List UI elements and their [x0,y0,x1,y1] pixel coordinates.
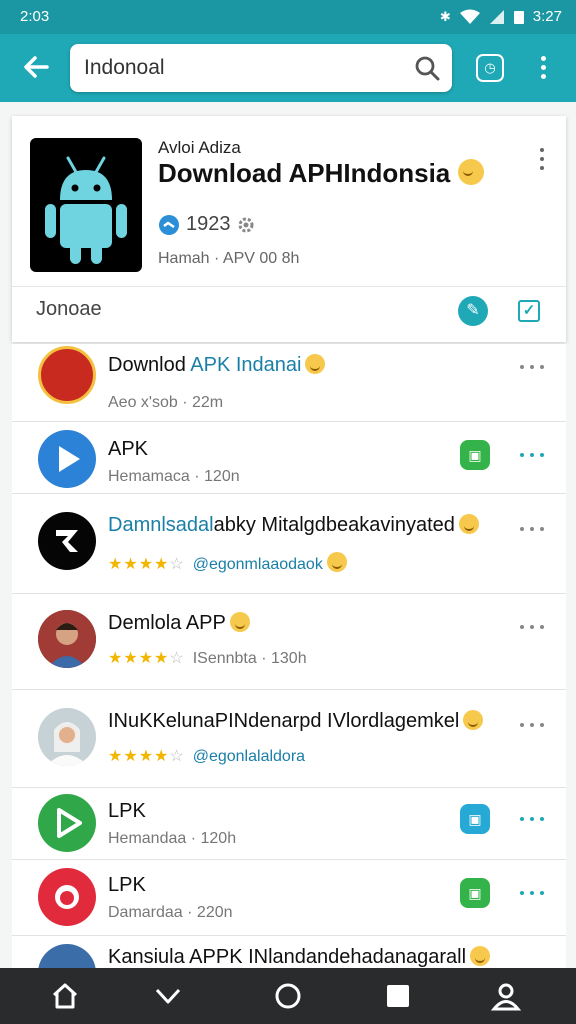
status-bar: 2:03 ✱ 3:27 [0,0,576,34]
bag-icon: ▣ [468,811,482,827]
star-rating: ★★★★☆ @egonlalaldora [108,748,306,765]
home-icon [52,983,78,1009]
tabs-icon: ◷ [484,60,496,75]
smiley-emoji-icon [305,354,326,374]
checkbox[interactable]: ✓ [518,300,540,322]
install-button[interactable]: ▣ [460,804,490,834]
smiley-emoji-icon [458,159,485,185]
item-subtitle: Aeo x'sob · 22m [108,394,224,411]
bottom-nav-bar [0,968,576,1024]
smiley-emoji-icon [470,946,491,966]
bluetooth-icon: ✱ [439,8,451,24]
list-item[interactable]: INuKKelunaPINdenarpd IVlordlagemkel ★★★★… [12,690,566,788]
pin-button[interactable]: ✎ [458,296,488,326]
avatar [38,610,96,668]
results-list: Downlod APK Indanai Aeo x'sob · 22m APK … [12,344,566,968]
wifi-icon [459,9,480,24]
smiley-emoji-icon [458,514,479,534]
smiley-emoji-icon [463,710,484,730]
card-more-icon[interactable] [536,146,548,172]
list-item[interactable]: Demlola APP ★★★★☆ ISennbta · 130h [12,594,566,690]
home-button[interactable] [49,980,81,1012]
content-area: Avloi Adiza Download APHIndonsia 1923 Ha… [0,102,576,968]
list-item[interactable]: Damnlsadalabky Mitalgdbeakavinyated ★★★★… [12,494,566,594]
star-rating: ★★★★☆ ISennbta · 130h [108,650,307,667]
circle-icon [275,983,301,1009]
app-meta: Hamah · APV 00 8h [158,250,300,267]
app-logo-icon [38,512,96,570]
install-button[interactable]: ▣ [460,440,490,470]
item-subtitle: Hemamaca · 120n [108,468,240,485]
arrow-left-icon [24,56,49,78]
app-logo-icon [38,868,96,926]
app-bar: ◷ [0,34,576,102]
list-item[interactable]: LPK Hemandaa · 120h ▣ [12,788,566,860]
app-title: Download APHIndonsia [158,158,485,189]
featured-app-card[interactable]: Avloi Adiza Download APHIndonsia 1923 Ha… [12,116,566,342]
list-item[interactable]: Kansiula APPK INlandandehadanagarall [12,936,566,968]
app-developer: Avloi Adiza [158,138,241,157]
smiley-emoji-icon [326,552,347,572]
avatar [38,708,96,766]
card-divider [12,286,566,287]
more-icon[interactable] [520,720,546,730]
item-title: INuKKelunaPINdenarpd IVlordlagemkel [108,710,484,733]
tabs-button[interactable]: ◷ [476,54,504,82]
circle-button[interactable] [272,980,304,1012]
play-icon [38,794,96,852]
check-icon: ✓ [522,302,536,319]
search-icon[interactable] [414,55,440,81]
android-robot-icon [45,156,127,264]
status-time-right: 3:27 [532,8,562,25]
profile-button[interactable] [490,980,522,1012]
smiley-emoji-icon [229,612,250,632]
item-title: Demlola APP [108,612,250,635]
gear-icon [238,217,253,232]
more-icon[interactable] [520,622,546,632]
list-item[interactable]: APK Hemamaca · 120n ▣ [12,422,566,494]
avatar [38,944,96,968]
more-icon[interactable] [520,814,546,824]
status-time-left: 2:03 [20,8,50,25]
more-icon[interactable] [520,362,546,372]
back-button[interactable] [18,49,54,85]
install-button[interactable]: ▣ [460,878,490,908]
list-item[interactable]: LPK Damardaa · 220n ▣ [12,860,566,936]
overflow-menu-button[interactable] [528,50,558,86]
bag-icon: ▣ [468,447,482,463]
item-title: Kansiula APPK INlandandehadanagarall [108,946,491,968]
person-icon [490,983,522,1011]
search-bar [70,44,452,92]
item-title: Downlod APK Indanai [108,354,326,377]
battery-icon [513,10,524,24]
bag-icon: ▣ [468,885,482,901]
android-app-icon [30,138,142,272]
list-item[interactable]: Downlod APK Indanai Aeo x'sob · 22m [12,344,566,422]
chevron-down-icon [155,988,181,1004]
pin-icon: ✎ [466,302,480,319]
item-title: LPK [108,800,146,822]
more-icon[interactable] [520,888,546,898]
recents-button[interactable] [382,980,414,1012]
signal-icon [489,9,504,24]
item-subtitle: Hemandaa · 120h [108,830,237,847]
search-input[interactable] [84,54,404,82]
star-rating: ★★★★☆ @egonmlaaodaok [108,552,347,574]
card-footer-label: Jonoae [36,298,102,320]
item-subtitle: Damardaa · 220n [108,904,233,921]
item-title: LPK [108,874,146,896]
more-icon[interactable] [520,524,546,534]
down-button[interactable] [152,980,184,1012]
more-icon[interactable] [520,450,546,460]
app-logo-icon [38,346,96,404]
status-icons: ✱ 3:27 [440,8,562,25]
verified-badge-icon [159,214,179,235]
item-title: APK [108,438,149,460]
app-rating: 1923 [158,213,255,236]
rating-count: 1923 [186,213,231,235]
square-icon [387,985,409,1007]
item-title: Damnlsadalabky Mitalgdbeakavinyated [108,514,479,537]
play-store-icon [38,430,96,488]
